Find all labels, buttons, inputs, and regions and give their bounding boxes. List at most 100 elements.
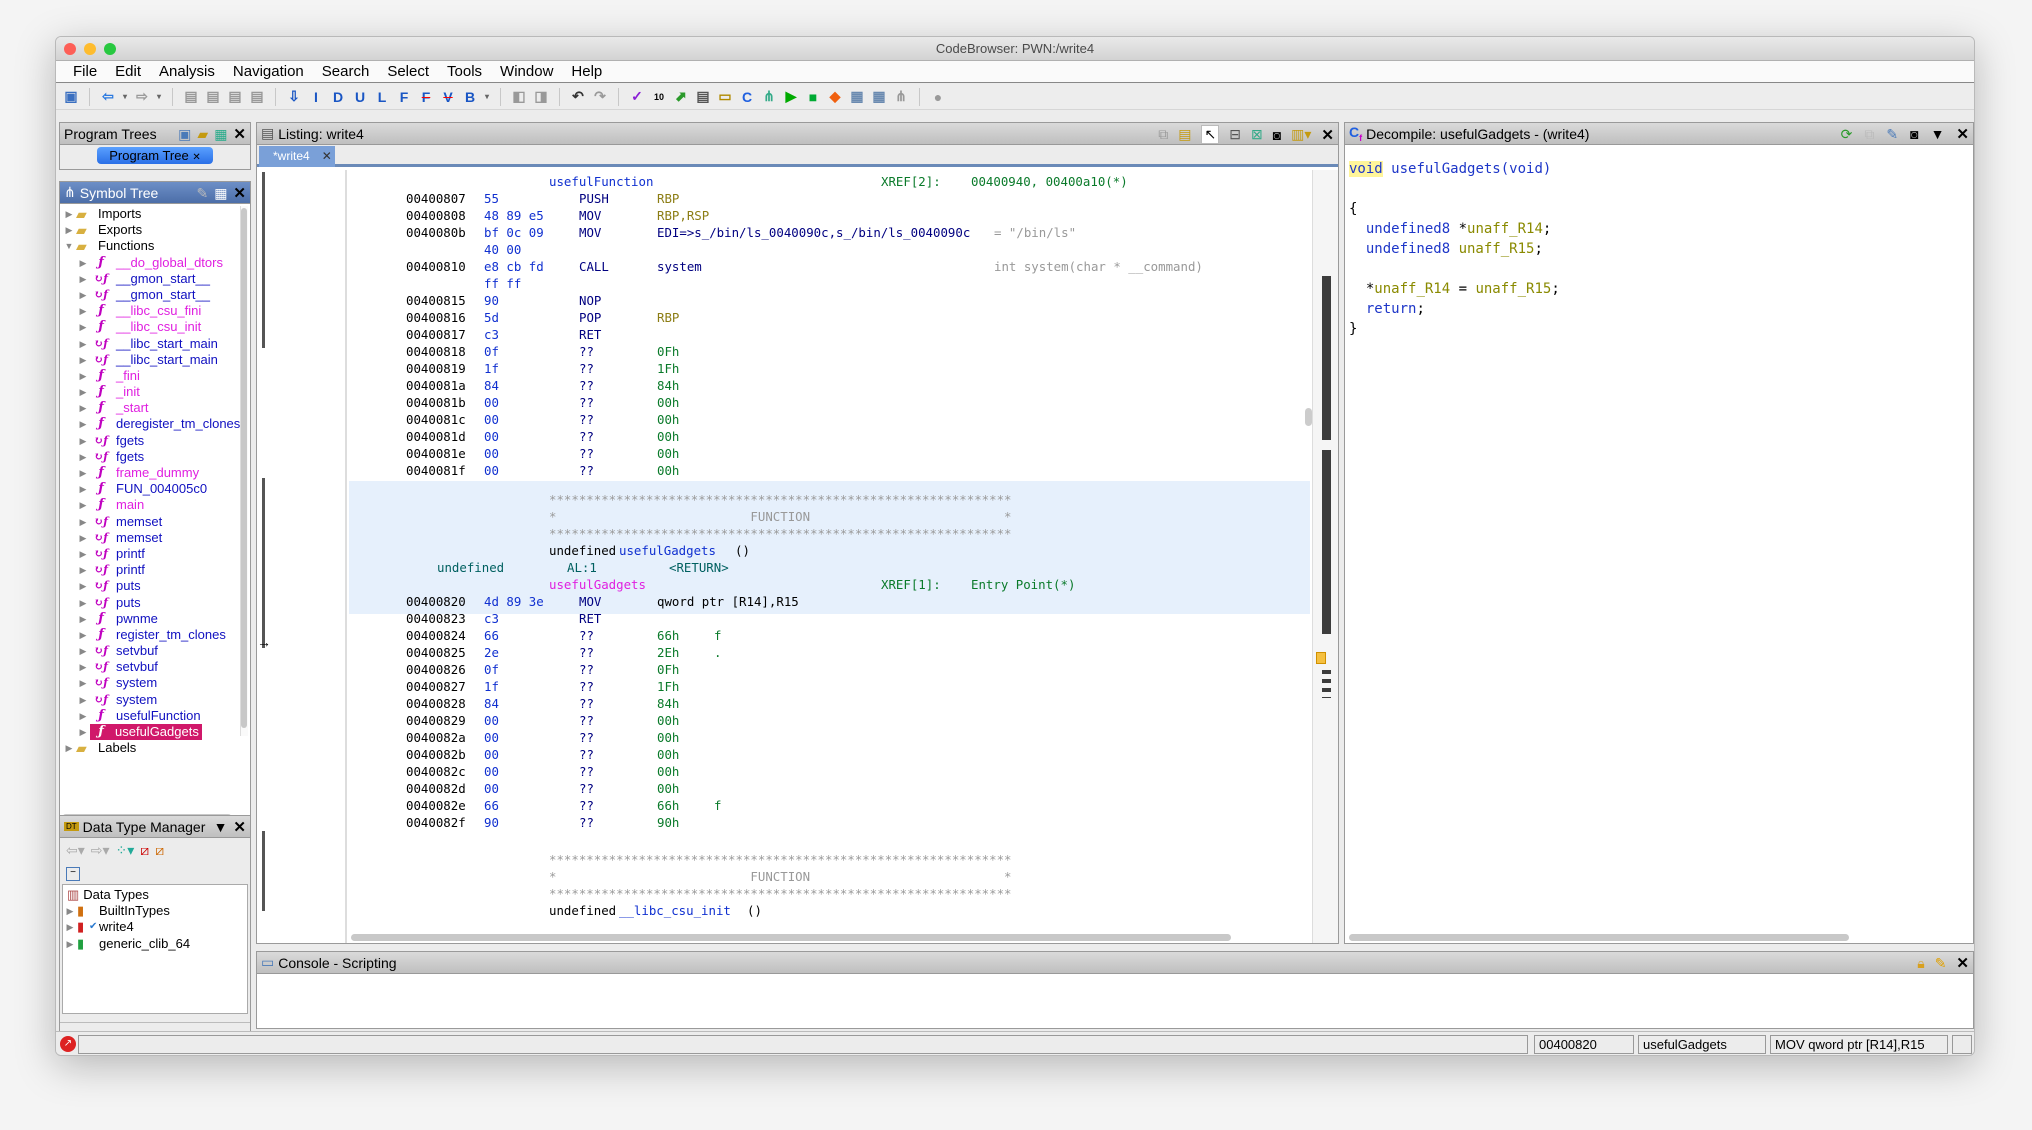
bookmark-icon[interactable]: ◧ [510,88,528,106]
function-item[interactable]: ▶ ↻ƒ setvbuf [62,659,250,675]
nav-prev-undef-icon[interactable]: ▤ [226,88,244,106]
table-icon[interactable]: ▦ [848,88,866,106]
arrange-icon[interactable]: ⁘▾ [116,842,135,859]
redo-icon[interactable]: ↷ [591,88,609,106]
decompile-line[interactable]: { [1349,199,1357,219]
expand-arrow[interactable]: ▶ [76,627,90,643]
edit-signature-icon[interactable]: ✎ [1886,126,1898,143]
back-icon[interactable]: ⇦ [99,88,117,106]
nav-next-undef-icon[interactable]: ▤ [248,88,266,106]
check-icon[interactable]: ✓ [628,88,646,106]
tree-icon[interactable]: ⋔ [892,88,910,106]
expand-arrow[interactable]: ▶ [76,546,90,562]
function-item[interactable]: ▶ ↻ƒ setvbuf [62,643,250,659]
function-item[interactable]: ▶ ƒ _fini [62,368,250,384]
expand-arrow[interactable]: ▶ [63,936,77,952]
expand-arrow[interactable]: ▶ [76,530,90,546]
expand-arrow[interactable]: ▶ [76,271,90,287]
refresh-icon[interactable]: ⟳ [1841,126,1853,143]
datatype-icon[interactable]: ▭ [716,88,734,106]
snapshot-icon[interactable]: ◙ [1273,127,1281,143]
function-item[interactable]: ▶ ↻ƒ fgets [62,433,250,449]
next-instruction-icon[interactable]: ⇩ [285,88,303,106]
dropdown-icon[interactable]: ▾ [155,88,163,106]
expand-arrow[interactable]: ▶ [76,319,90,335]
bytes-icon[interactable]: 10 [650,88,668,106]
copy-icon[interactable]: ⧉ [1864,126,1874,143]
export-icon[interactable]: ⬈ [672,88,690,106]
function-graph-icon[interactable]: ⋔ [760,88,778,106]
expand-arrow[interactable]: ▶ [76,433,90,449]
menu-dropdown-icon[interactable]: ▼ [214,819,228,835]
close-icon[interactable]: ✕ [1956,954,1969,972]
expand-arrow[interactable]: ▶ [76,368,90,384]
close-window-button[interactable] [64,43,76,55]
function-item[interactable]: ▶ ↻ƒ memset [62,530,250,546]
back-icon[interactable]: ⇦▾ [66,842,85,859]
dt-item-write4[interactable]: ▶ ▮ ✔ write4 [63,919,247,935]
expand-arrow[interactable]: ▶ [76,352,90,368]
listing-icon[interactable]: ▤ [694,88,712,106]
menu-tools[interactable]: Tools [438,63,491,80]
decompile-line[interactable]: undefined8 *unaff_R14; [1349,219,1551,239]
expand-arrow[interactable]: ▶ [62,206,76,222]
function-item[interactable]: ▶ ↻ƒ puts [62,595,250,611]
close-tab-icon[interactable]: ✕ [322,149,332,163]
save-icon[interactable]: ▣ [62,88,80,106]
menu-analysis[interactable]: Analysis [150,63,224,80]
function-item[interactable]: ▶ ƒ main [62,497,250,513]
expand-arrow[interactable]: ▶ [76,724,90,740]
nav-prev-data-icon[interactable]: ▤ [182,88,200,106]
menu-select[interactable]: Select [378,63,438,80]
expand-arrow[interactable]: ▶ [76,643,90,659]
decompile-line[interactable]: return; [1349,299,1425,319]
expand-arrow[interactable]: ▶ [76,416,90,432]
menu-edit[interactable]: Edit [106,63,150,80]
filter-pointers-icon[interactable]: ⧄ [155,842,164,859]
decompile-hscrollbar[interactable] [1349,934,1849,941]
margin-options-icon[interactable]: ▥▾ [1291,126,1311,143]
clear-icon[interactable]: ✎ [1935,955,1947,972]
expand-arrow[interactable]: ▶ [76,611,90,627]
field-header-icon[interactable]: ⊟ [1229,126,1241,143]
next-bookmark-B-icon[interactable]: B [461,88,479,106]
decompile-line[interactable]: undefined8 unaff_R15; [1349,239,1543,259]
expand-arrow[interactable]: ▶ [76,287,90,303]
symbol-tree-category[interactable]: ▶ ▰ Exports [62,222,250,238]
menu-file[interactable]: File [64,63,106,80]
symbol-tree-category[interactable]: ▶ ▰ Labels [62,740,250,756]
function-item[interactable]: ▶ ↻ƒ system [62,692,250,708]
function-item[interactable]: ▶ ↻ƒ system [62,675,250,691]
menu-dropdown-icon[interactable]: ▼ [1931,126,1945,142]
next-data-D-icon[interactable]: D [329,88,347,106]
menu-navigation[interactable]: Navigation [224,63,313,80]
scroll-lock-icon[interactable]: 🔒︎ [1917,955,1924,972]
status-icon[interactable]: ↗ [60,1036,76,1052]
snapshot-icon[interactable]: ● [929,88,947,106]
menu-help[interactable]: Help [562,63,611,80]
decompile-line[interactable]: void usefulGadgets(void) [1349,159,1551,179]
edit-icon[interactable]: ✎ [196,185,208,202]
expand-arrow[interactable]: ▶ [76,449,90,465]
function-item[interactable]: ▶ ƒ _start [62,400,250,416]
collapse-all-icon[interactable]: − [66,867,80,881]
table-export-icon[interactable]: ▦ [870,88,888,106]
dt-item-clib[interactable]: ▶ ▮ generic_clib_64 [63,936,247,952]
copy-icon[interactable]: ⧉ [1158,126,1168,143]
diff-icon[interactable]: ⊠ [1251,126,1263,143]
paste-icon[interactable]: ▤ [1178,126,1191,143]
diamond-icon[interactable]: ◆ [826,88,844,106]
listing-hscrollbar[interactable] [351,934,1231,941]
function-item[interactable]: ▶ ƒ __libc_csu_init [62,319,250,335]
function-item[interactable]: ▶ ↻ƒ __gmon_start__ [62,271,250,287]
bookmark-2-icon[interactable]: ◨ [532,88,550,106]
program-tree-tab[interactable]: Program Tree ✕ [97,147,213,164]
run-script-icon[interactable]: ▶ [782,88,800,106]
next-undefined-U-icon[interactable]: U [351,88,369,106]
function-item[interactable]: ▶ ƒ FUN_004005c0 [62,481,250,497]
listing-content[interactable]: usefulFunction XREF[2]: 00400940, 00400a10… [349,170,1310,931]
expand-arrow[interactable]: ▶ [76,303,90,319]
filter-arrays-icon[interactable]: ⧄ [140,842,149,859]
expand-arrow[interactable]: ▶ [76,384,90,400]
nav-next-data-icon[interactable]: ▤ [204,88,222,106]
